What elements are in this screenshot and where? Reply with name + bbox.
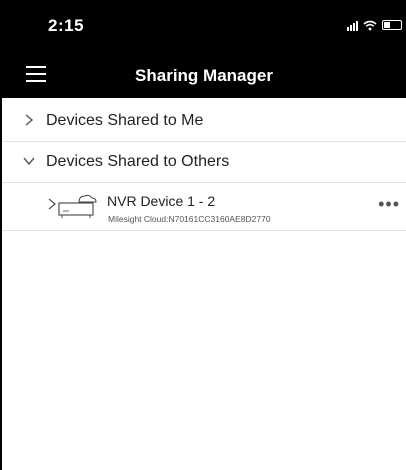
section-label: Devices Shared to Others — [46, 153, 230, 170]
more-options-icon[interactable]: ••• — [378, 195, 400, 213]
chevron-down-icon — [23, 157, 35, 166]
device-row[interactable]: NVR Device 1 - 2 Milesight Cloud:N70161C… — [2, 185, 406, 231]
chevron-right-icon — [25, 114, 34, 126]
status-bar: 2:15 — [2, 0, 406, 52]
cellular-signal-icon — [347, 20, 358, 31]
status-time: 2:15 — [48, 16, 85, 35]
nvr-cloud-icon — [58, 194, 97, 218]
app-header: Sharing Manager — [2, 52, 406, 98]
wifi-icon — [363, 20, 377, 30]
section-shared-to-others[interactable]: Devices Shared to Others — [2, 143, 406, 183]
device-name: NVR Device 1 - 2 — [107, 193, 216, 209]
section-label: Devices Shared to Me — [46, 112, 204, 129]
page-title: Sharing Manager — [135, 66, 273, 85]
app-screen: 2:15 Sharing Manager Devices Shared to M… — [0, 0, 406, 470]
section-shared-to-me[interactable]: Devices Shared to Me — [2, 102, 406, 142]
device-cloud-id: Milesight Cloud:N70161CC3160AE8D2770 — [108, 214, 271, 224]
battery-icon — [382, 20, 402, 30]
status-icons — [347, 18, 402, 32]
